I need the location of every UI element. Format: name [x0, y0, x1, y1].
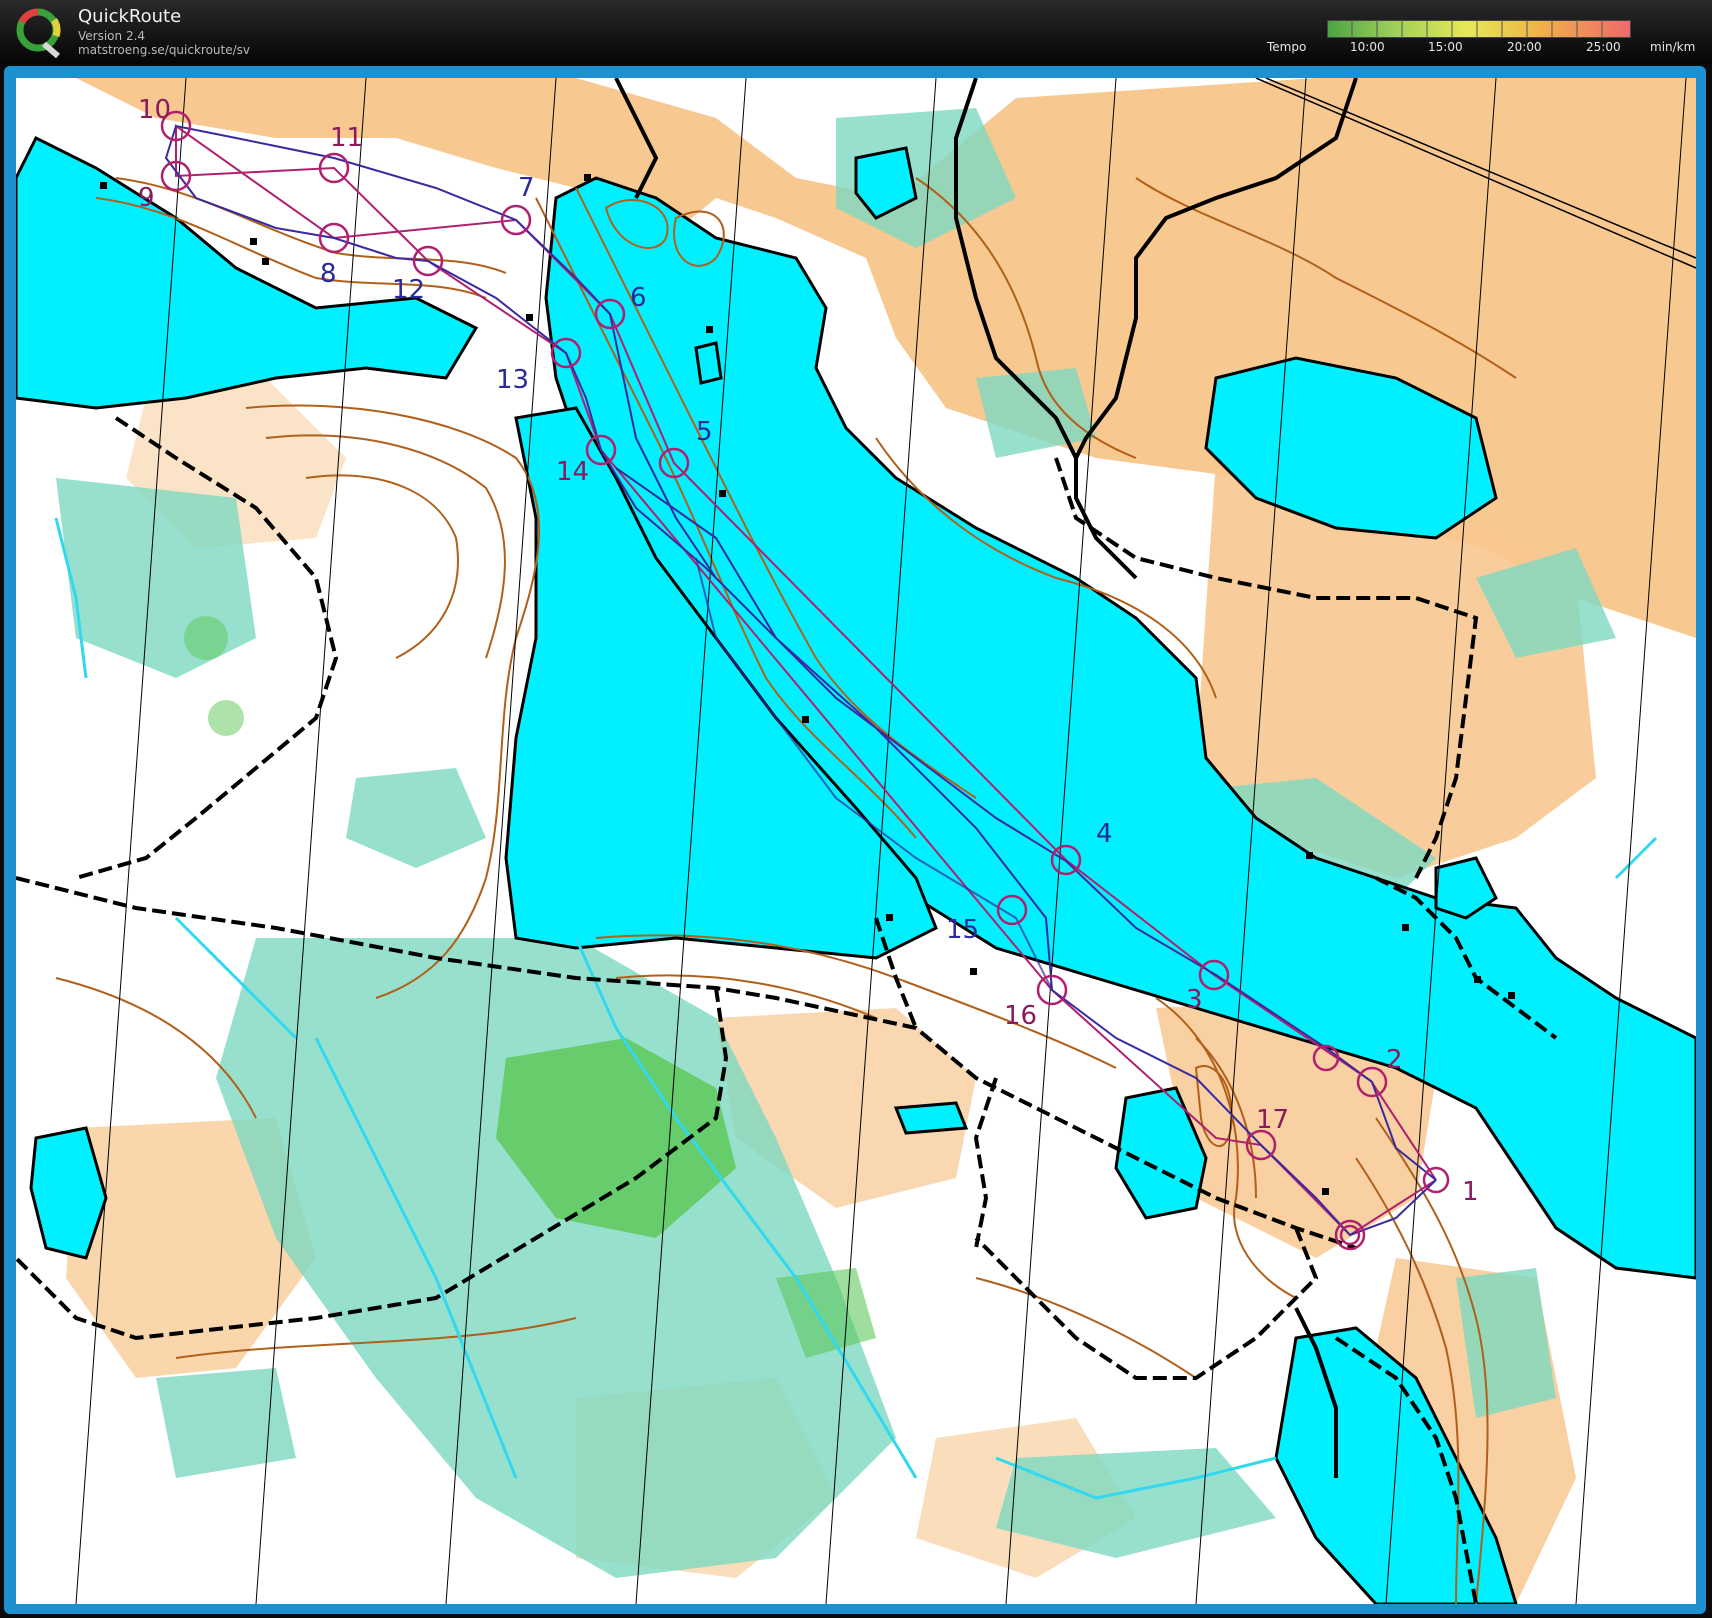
control-label-15: 15 [946, 915, 979, 945]
control-label-16: 16 [1004, 1001, 1037, 1031]
tempo-tick-25: 25:00 [1586, 40, 1621, 54]
control-label-14: 14 [556, 457, 589, 487]
tempo-tick-15: 15:00 [1428, 40, 1463, 54]
control-label-4: 4 [1096, 819, 1113, 849]
control-label-13: 13 [496, 365, 529, 395]
orienteering-map[interactable]: 1 2 3 4 5 6 7 8 9 10 11 12 13 14 15 16 1… [16, 78, 1696, 1604]
app-name: QuickRoute [78, 6, 182, 27]
title-bar: QuickRoute Version 2.4 matstroeng.se/qui… [0, 0, 1712, 64]
control-label-12: 12 [392, 275, 425, 305]
control-label-11: 11 [330, 123, 363, 153]
control-label-2: 2 [1386, 1045, 1403, 1075]
control-label-8: 8 [320, 259, 337, 289]
tempo-scale-ticks [1351, 20, 1603, 38]
tempo-unit: min/km [1650, 40, 1696, 54]
control-label-10: 10 [138, 95, 171, 125]
tempo-tick-20: 20:00 [1507, 40, 1542, 54]
control-label-1: 1 [1462, 1177, 1479, 1207]
quickroute-logo-icon [16, 8, 61, 58]
app-version: Version 2.4 [78, 29, 146, 43]
control-label-6: 6 [630, 283, 647, 313]
map-canvas[interactable]: 1 2 3 4 5 6 7 8 9 10 11 12 13 14 15 16 1… [16, 78, 1696, 1604]
control-label-7: 7 [518, 173, 535, 203]
app-url[interactable]: matstroeng.se/quickroute/sv [78, 43, 250, 57]
tempo-tick-10: 10:00 [1350, 40, 1385, 54]
quickroute-window: QuickRoute Version 2.4 matstroeng.se/qui… [0, 0, 1712, 1618]
control-label-17: 17 [1256, 1105, 1289, 1135]
control-label-9: 9 [138, 183, 155, 213]
control-label-3: 3 [1186, 985, 1203, 1015]
tempo-label: Tempo [1267, 40, 1307, 54]
control-label-5: 5 [696, 417, 713, 447]
